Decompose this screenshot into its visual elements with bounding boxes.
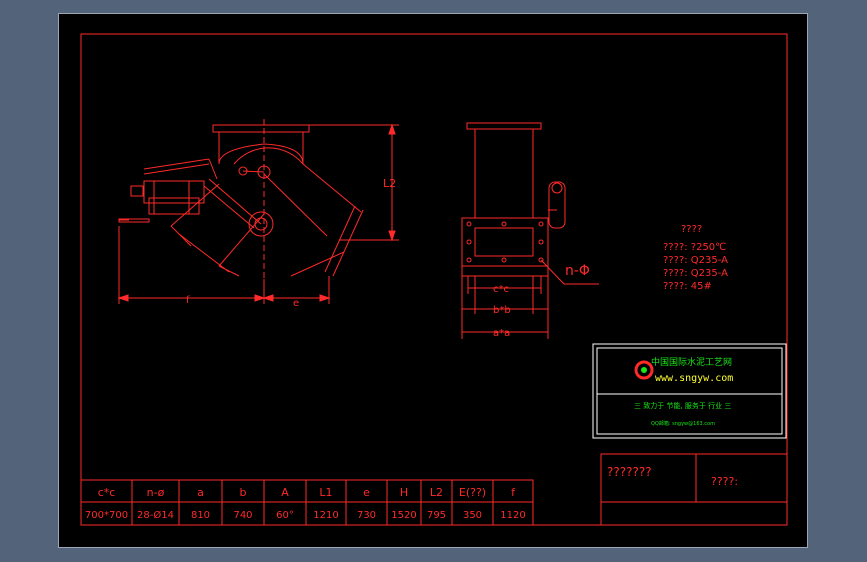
spec-value-cell: 730	[357, 510, 376, 521]
notes-line-4: ????: 45#	[663, 281, 712, 292]
spec-header-cell: a	[197, 486, 204, 499]
spec-header-cell: c*c	[98, 486, 116, 499]
spec-value-cell: 795	[427, 510, 446, 521]
spec-value-cell: 740	[233, 510, 252, 521]
dim-cxc: c*c	[493, 284, 509, 295]
inner-frame	[80, 33, 788, 526]
cad-drawing: L2 f e n-Φ c*c b*b a*a ???? ????: ?250℃ …	[80, 33, 788, 526]
dim-n-phi: n-Φ	[565, 263, 590, 279]
spec-header-cell: L1	[319, 486, 332, 499]
dim-e: e	[293, 298, 299, 309]
spec-table: c*c n-ø a b A L1 e H L2 E(??) f 700*700 28-Ø14 810 740…	[80, 479, 534, 526]
spec-value-cell: 700*700	[85, 510, 128, 521]
spec-value-cell: 1210	[313, 510, 338, 521]
dim-axa: a*a	[493, 328, 510, 339]
logo-line-2: QQ邮箱: sngyw@163.com	[651, 420, 715, 427]
spec-header-cell: E(??)	[459, 486, 486, 499]
dim-bxb: b*b	[493, 305, 511, 316]
drawing-sheet: L2 f e n-Φ c*c b*b a*a ???? ????: ?250℃ …	[58, 13, 808, 548]
spec-value-cell: 1520	[391, 510, 416, 521]
top-flange	[212, 124, 310, 133]
logo-line-1: 三 致力于 节能, 服务于 行业 三	[634, 401, 731, 410]
spec-header-cell: H	[400, 486, 408, 499]
spec-header-cell: A	[281, 486, 289, 499]
spec-header-cell: L2	[430, 486, 443, 499]
spec-header-cell: n-ø	[147, 486, 165, 499]
spec-value-cell: 28-Ø14	[137, 509, 174, 521]
spec-header-cell: f	[511, 486, 516, 499]
title-block-right: ????:	[711, 475, 738, 488]
spec-header-cell: b	[240, 486, 247, 499]
title-block-left: ???????	[607, 465, 652, 479]
actuator-cylinder	[143, 180, 205, 204]
spec-value-cell: 1120	[500, 510, 525, 521]
notes-title: ????	[681, 224, 702, 235]
dim-l2: L2	[383, 177, 396, 190]
notes-line-1: ????: ?250℃	[663, 242, 726, 253]
spec-value-cell: 810	[191, 510, 210, 521]
spec-value-cell: 60°	[276, 510, 294, 521]
spec-value-cell: 350	[463, 510, 482, 521]
logo-url: www.sngyw.com	[655, 373, 733, 384]
notes-line-3: ????: Q235-A	[663, 268, 728, 279]
front-view	[117, 119, 399, 304]
side-view	[461, 122, 599, 339]
logo-name: 中国国际水泥工艺网	[651, 356, 732, 368]
spec-header-cell: e	[363, 486, 370, 499]
dim-f: f	[186, 295, 190, 306]
notes-line-2: ????: Q235-A	[663, 255, 728, 266]
